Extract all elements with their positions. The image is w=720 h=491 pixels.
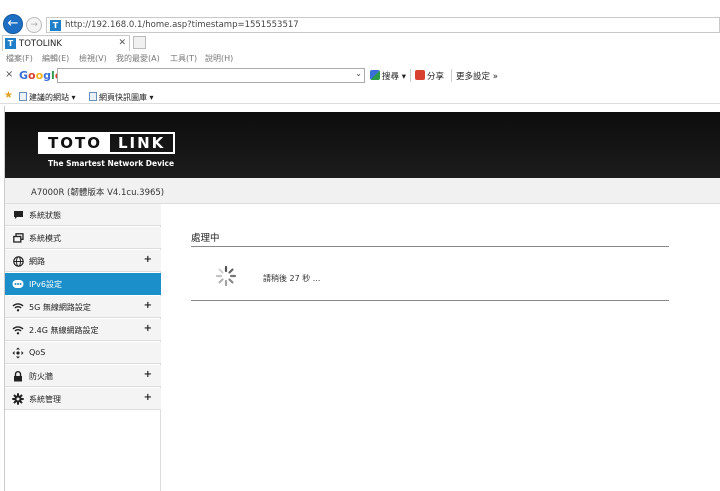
firmware-version: A7000R (韌體版本 V4.1cu.3965) — [31, 188, 165, 198]
site-favicon-icon: T — [50, 20, 61, 31]
menu-tools[interactable]: 工具(T) — [170, 53, 197, 64]
wifi-icon — [12, 301, 24, 313]
gear-icon — [12, 393, 24, 405]
favorites-star-icon[interactable]: ★ — [4, 90, 13, 101]
sidebar-item-label: 系統模式 — [29, 234, 61, 243]
google-logo: Google — [19, 69, 62, 82]
sidebar-item-label: 系統狀態 — [29, 211, 61, 220]
tab-favicon-icon: T — [5, 38, 16, 49]
sidebar-item-system-status[interactable]: 系統狀態 — [5, 204, 161, 226]
sidebar-item-network[interactable]: 網路 + — [5, 250, 161, 272]
sidebar-item-5g-wireless[interactable]: 5G 無線網路設定 + — [5, 296, 161, 318]
sidebar-item-label: 5G 無線網路設定 — [29, 303, 91, 312]
expand-icon: + — [143, 254, 152, 265]
page-icon — [19, 92, 27, 101]
sidebar-item-label: 防火牆 — [29, 372, 53, 381]
favorite-suggested-sites[interactable]: 建議的網站 ▾ — [19, 92, 76, 103]
sidebar-item-ipv6[interactable]: IPv6設定 — [5, 273, 161, 295]
sidebar-item-label: 2.4G 無線網路設定 — [29, 326, 99, 335]
loading-spinner-icon — [215, 265, 237, 287]
model-bar: A7000R (韌體版本 V4.1cu.3965) — [5, 178, 720, 204]
google-search-input[interactable]: ⌄ — [57, 68, 365, 83]
page-icon — [89, 92, 97, 101]
sidebar-item-label: 系統管理 — [29, 395, 61, 404]
back-button[interactable]: ← — [3, 14, 23, 34]
globe-icon — [12, 255, 24, 267]
favorite-web-slices[interactable]: 網頁快訊圖庫 ▾ — [89, 92, 154, 103]
totolink-logo: TOTO LINK — [38, 132, 176, 154]
sidebar-item-qos[interactable]: QoS — [5, 342, 161, 364]
page-title: 處理中 — [191, 233, 220, 244]
sidebar-item-system-admin[interactable]: 系統管理 + — [5, 388, 161, 410]
sidebar-item-label: 網路 — [29, 257, 45, 266]
tab-strip: T TOTOLINK ✕ — [0, 35, 720, 51]
search-icon — [370, 70, 380, 80]
sidebar-item-label: QoS — [29, 348, 46, 357]
expand-icon: + — [143, 323, 152, 334]
menu-edit[interactable]: 編輯(E) — [42, 53, 69, 64]
menu-favorites[interactable]: 我的最愛(A) — [116, 53, 160, 64]
lock-icon — [12, 370, 24, 382]
chevron-down-icon[interactable]: ⌄ — [355, 69, 362, 78]
windows-icon — [12, 232, 24, 244]
favorites-bar: ★ 建議的網站 ▾ 網頁快訊圖庫 ▾ — [0, 89, 720, 104]
close-tab-icon[interactable]: ✕ — [118, 38, 126, 48]
address-row: ← → T http://192.168.0.1/home.asp?timest… — [0, 14, 720, 34]
forward-button[interactable]: → — [26, 17, 42, 33]
menu-bar: 檔案(F) 編輯(E) 檢視(V) 我的最愛(A) 工具(T) 說明(H) — [0, 52, 720, 65]
google-share-button[interactable]: 分享 — [415, 70, 444, 82]
close-toolbar-icon[interactable]: × — [5, 69, 13, 80]
sidebar-item-firewall[interactable]: 防火牆 + — [5, 365, 161, 387]
divider — [191, 300, 669, 301]
sidebar-item-label: IPv6設定 — [29, 280, 63, 289]
menu-file[interactable]: 檔案(F) — [6, 53, 33, 64]
share-icon — [415, 70, 425, 80]
countdown-message: 請稍後 27 秒 ... — [263, 274, 321, 283]
new-tab-button[interactable] — [133, 36, 146, 49]
slogan: The Smartest Network Device — [48, 159, 175, 168]
expand-icon: + — [143, 369, 152, 380]
browser-tab[interactable]: T TOTOLINK ✕ — [2, 35, 130, 51]
wifi-icon — [12, 324, 24, 336]
tab-title: TOTOLINK — [19, 39, 62, 49]
divider — [191, 246, 669, 247]
router-page: TOTO LINK The Smartest Network Device A7… — [4, 106, 720, 491]
ipv6-icon — [12, 278, 24, 290]
menu-view[interactable]: 檢視(V) — [79, 53, 107, 64]
google-toolbar: × Google ⌄ 搜尋 ▾ 分享 更多設定 » — [0, 67, 720, 85]
address-bar[interactable]: T http://192.168.0.1/home.asp?timestamp=… — [46, 17, 720, 33]
brand-header: TOTO LINK The Smartest Network Device — [5, 112, 720, 178]
menu-help[interactable]: 說明(H) — [205, 53, 233, 64]
chat-icon — [12, 209, 24, 221]
google-more-settings[interactable]: 更多設定 » — [456, 70, 498, 82]
google-search-button[interactable]: 搜尋 ▾ — [370, 70, 406, 82]
expand-icon: + — [143, 392, 152, 403]
qos-icon — [12, 347, 24, 359]
url-text: http://192.168.0.1/home.asp?timestamp=15… — [65, 20, 299, 30]
sidebar: 系統狀態 系統模式 網路 + IPv6設定 5G 無線網路設定 + 2.4G 無… — [5, 204, 161, 491]
expand-icon: + — [143, 300, 152, 311]
sidebar-item-system-mode[interactable]: 系統模式 — [5, 227, 161, 249]
sidebar-item-24g-wireless[interactable]: 2.4G 無線網路設定 + — [5, 319, 161, 341]
